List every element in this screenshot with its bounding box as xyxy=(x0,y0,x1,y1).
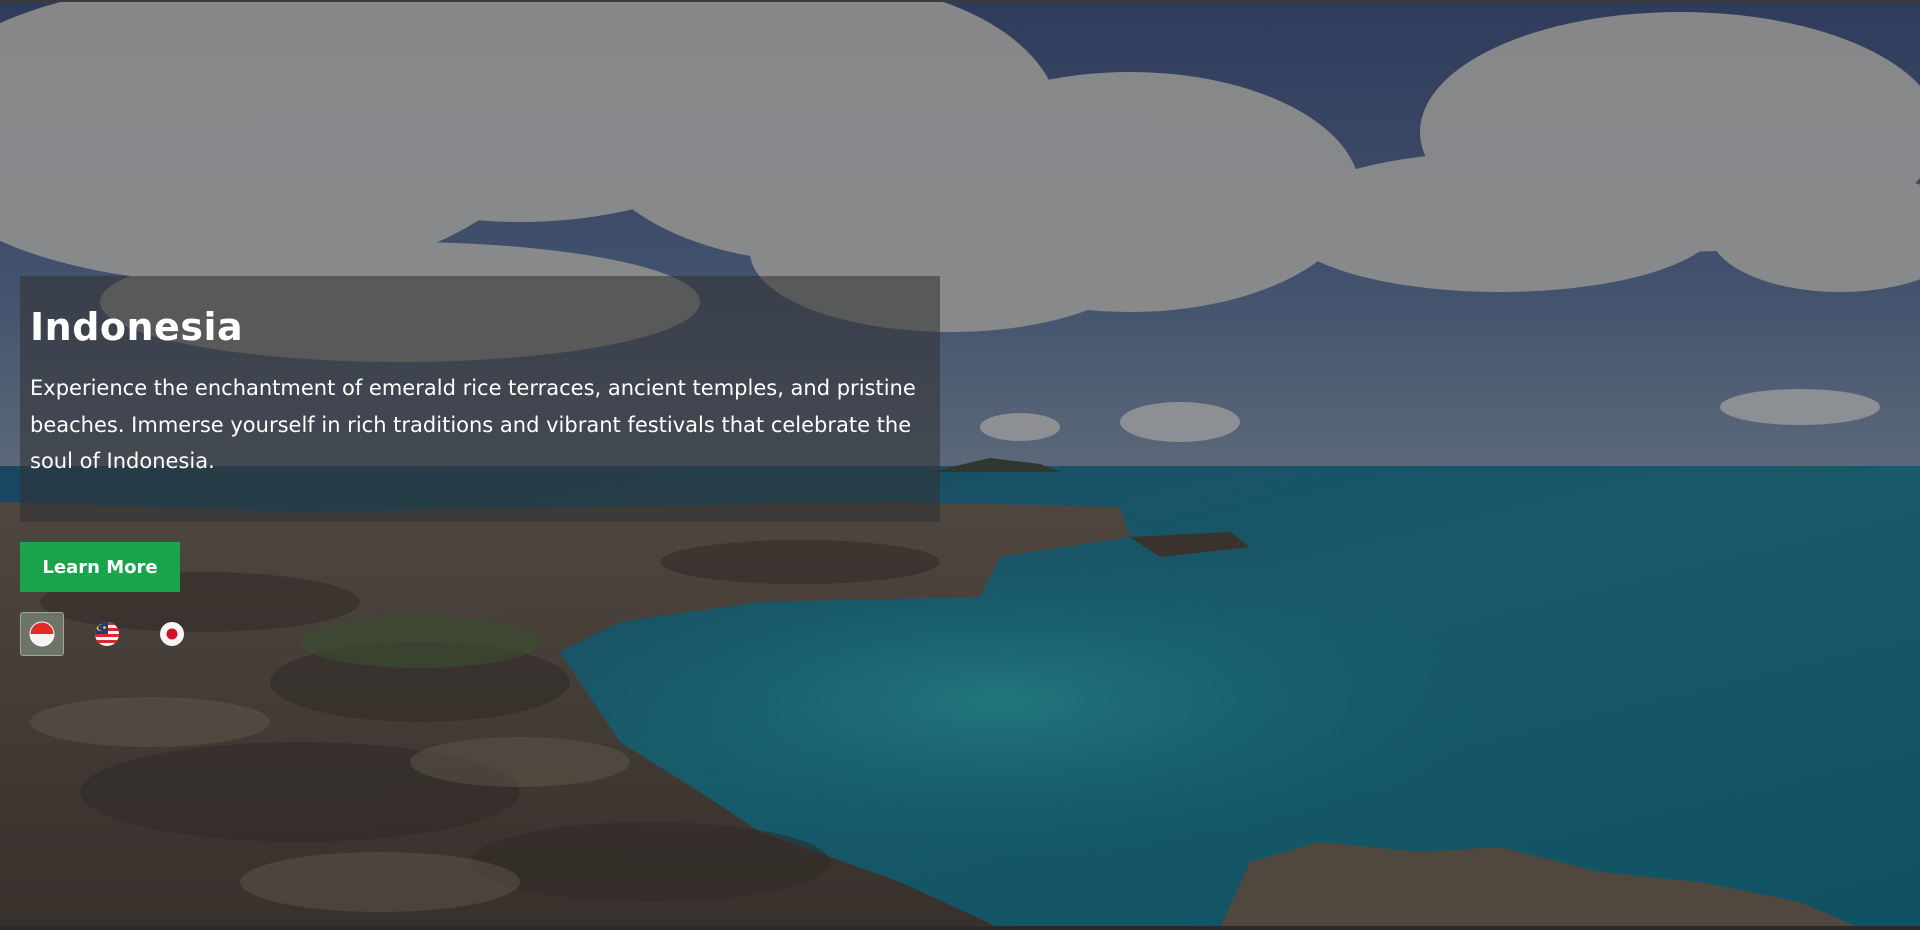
japan-flag-icon xyxy=(160,622,184,646)
destination-title: Indonesia xyxy=(30,305,244,349)
malaysia-flag-icon xyxy=(95,622,119,646)
destination-description: Experience the enchantment of emerald ri… xyxy=(30,376,916,473)
learn-more-button[interactable]: Learn More xyxy=(20,542,180,592)
hero-section: Indonesia Experience the enchantment of … xyxy=(0,0,1920,926)
flag-button-indonesia[interactable] xyxy=(20,612,64,656)
indonesia-flag-icon xyxy=(29,621,55,647)
flag-button-malaysia[interactable] xyxy=(85,612,129,656)
destination-selector xyxy=(20,612,215,656)
destination-info-panel: Indonesia Experience the enchantment of … xyxy=(20,276,940,522)
flag-button-japan[interactable] xyxy=(150,612,194,656)
